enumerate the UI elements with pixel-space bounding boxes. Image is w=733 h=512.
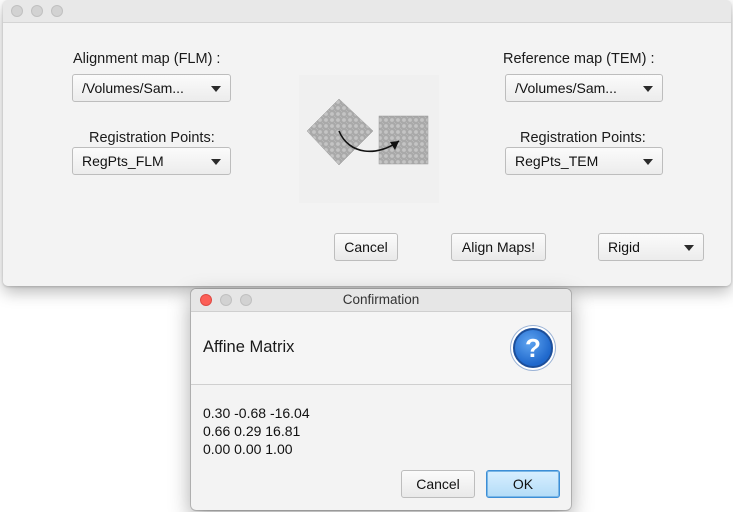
- tem-registration-label: Registration Points:: [520, 130, 646, 146]
- question-icon: ?: [513, 328, 553, 368]
- chevron-down-icon: [211, 86, 221, 92]
- transform-type-select[interactable]: Rigid: [598, 233, 704, 261]
- tem-registration-select[interactable]: RegPts_TEM: [505, 147, 663, 175]
- align-maps-button[interactable]: Align Maps!: [451, 233, 546, 261]
- dialog-header-text: Affine Matrix: [203, 338, 295, 356]
- dialog-minimize-button[interactable]: [220, 294, 232, 306]
- map-transform-illustration-icon: [306, 98, 429, 166]
- dialog-cancel-button[interactable]: Cancel: [401, 470, 475, 498]
- reference-map-label: Reference map (TEM) :: [503, 51, 655, 67]
- chevron-down-icon: [211, 159, 221, 165]
- flm-registration-value: RegPts_FLM: [82, 153, 164, 169]
- tem-registration-value: RegPts_TEM: [515, 153, 599, 169]
- reference-map-value: /Volumes/Sam...: [515, 80, 617, 96]
- dialog-close-button[interactable]: [200, 294, 212, 306]
- flm-registration-label: Registration Points:: [89, 130, 215, 146]
- dialog-titlebar: Confirmation: [191, 289, 571, 312]
- alignment-diagram: [299, 75, 439, 203]
- reference-map-select[interactable]: /Volumes/Sam...: [505, 74, 663, 102]
- chevron-down-icon: [684, 245, 694, 251]
- alignment-map-label: Alignment map (FLM) :: [73, 51, 221, 67]
- alignment-map-select[interactable]: /Volumes/Sam...: [72, 74, 231, 102]
- transform-type-value: Rigid: [608, 239, 640, 255]
- close-window-button[interactable]: [11, 5, 23, 17]
- chevron-down-icon: [643, 86, 653, 92]
- chevron-down-icon: [643, 159, 653, 165]
- alignment-map-value: /Volumes/Sam...: [82, 80, 184, 96]
- dialog-zoom-button[interactable]: [240, 294, 252, 306]
- flm-registration-select[interactable]: RegPts_FLM: [72, 147, 231, 175]
- main-content: Alignment map (FLM) : /Volumes/Sam... Re…: [3, 23, 731, 286]
- matrix-row: 0.00 0.00 1.00: [203, 441, 293, 457]
- dialog-header: Affine Matrix ?: [191, 312, 571, 385]
- confirmation-dialog: Confirmation Affine Matrix ? 0.30 -0.68 …: [191, 289, 571, 510]
- dialog-title: Confirmation: [342, 292, 420, 307]
- minimize-window-button[interactable]: [31, 5, 43, 17]
- cancel-button[interactable]: Cancel: [334, 233, 398, 261]
- dialog-ok-button[interactable]: OK: [486, 470, 560, 498]
- main-window: Alignment map (FLM) : /Volumes/Sam... Re…: [3, 0, 731, 286]
- matrix-row: 0.66 0.29 16.81: [203, 423, 301, 439]
- matrix-row: 0.30 -0.68 -16.04: [203, 405, 310, 421]
- main-titlebar: [3, 0, 731, 23]
- zoom-window-button[interactable]: [51, 5, 63, 17]
